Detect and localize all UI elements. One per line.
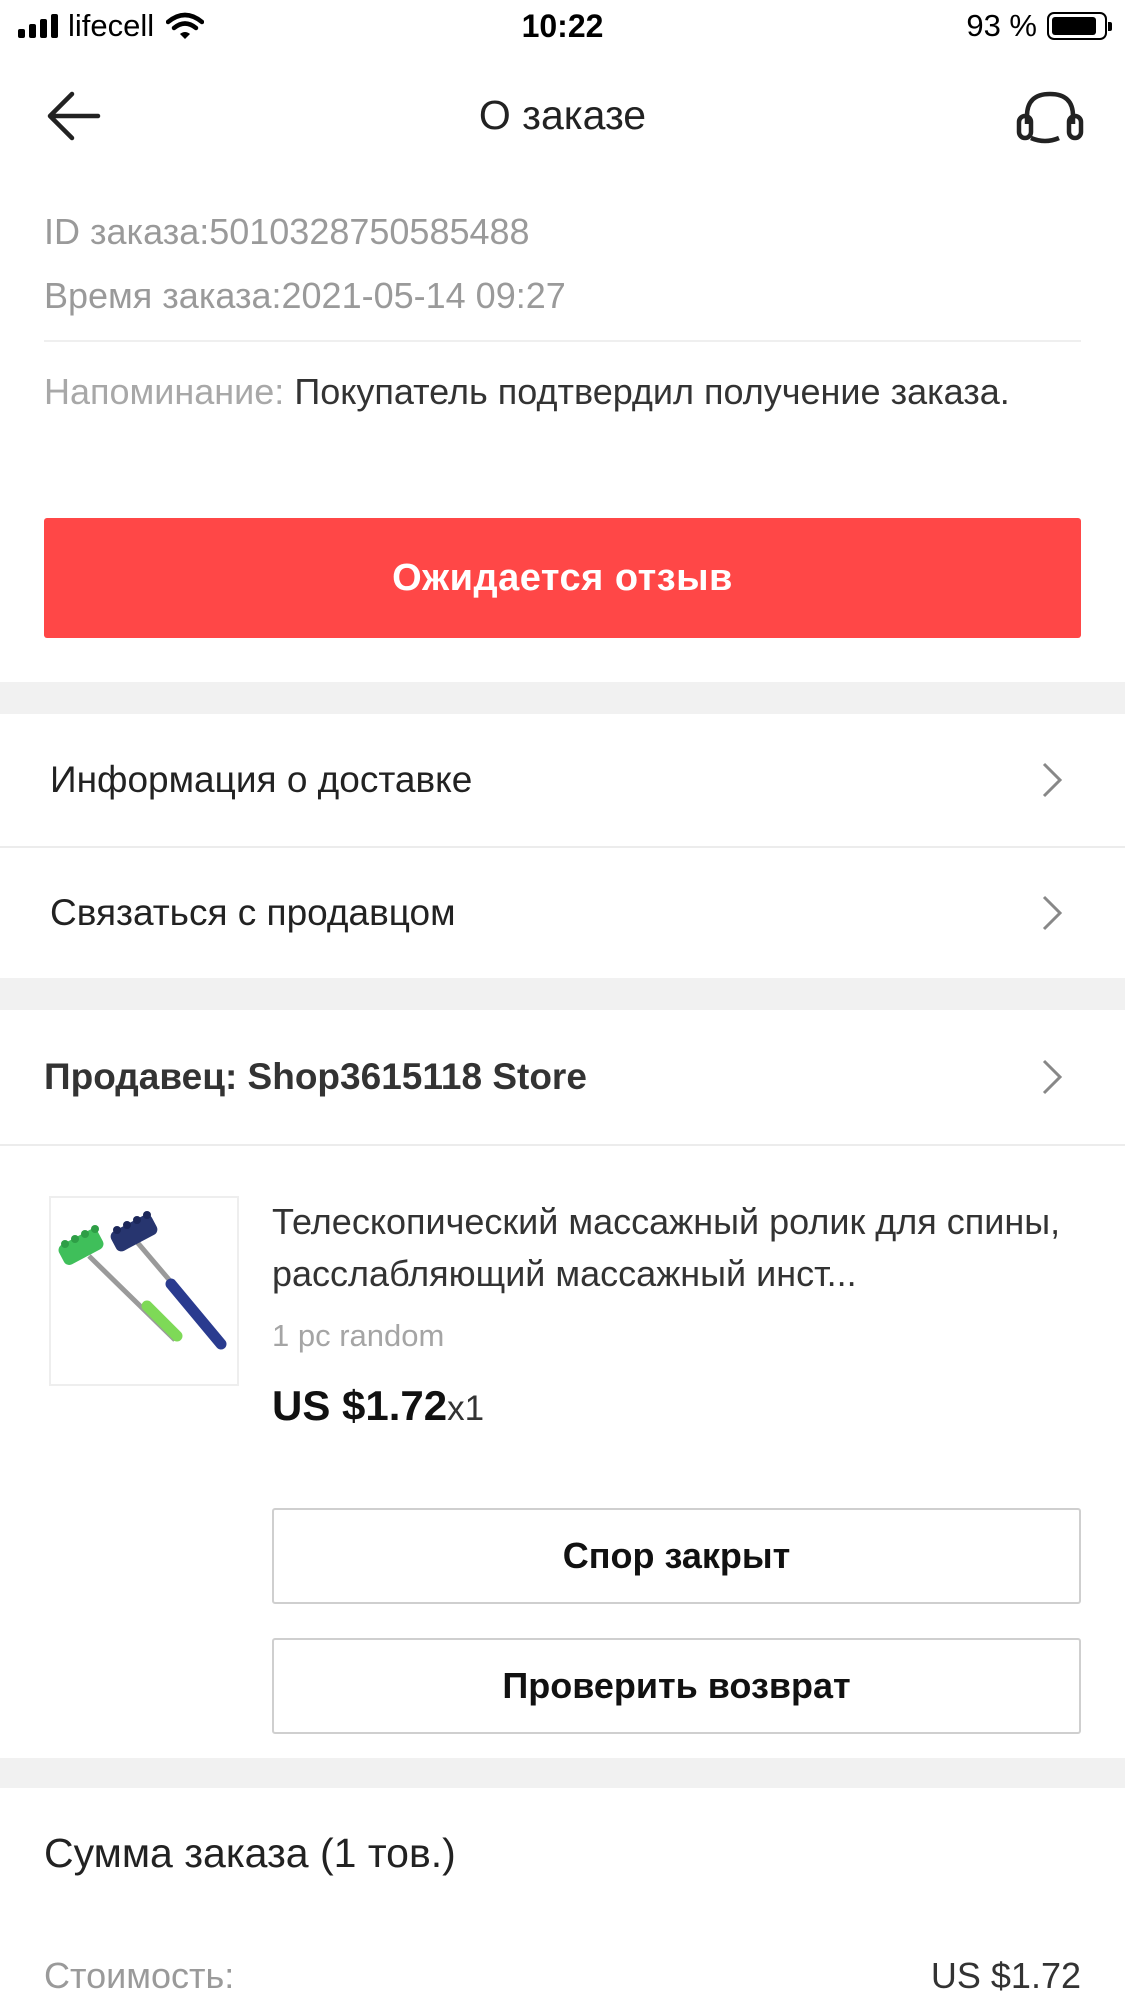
order-id: ID заказа:5010328750585488	[44, 211, 530, 252]
section-gap	[0, 1758, 1125, 1788]
reminder-label: Напоминание:	[44, 371, 295, 412]
headset-icon	[1016, 91, 1084, 144]
section-gap	[0, 682, 1125, 714]
section-gap	[0, 978, 1125, 1010]
status-right: 93 %	[966, 8, 1112, 44]
delivery-info-label: Информация о доставке	[50, 759, 473, 800]
product-price: US $1.72x1	[272, 1382, 484, 1430]
page-header: О заказе	[0, 70, 1125, 160]
support-button[interactable]	[1015, 88, 1085, 148]
battery-percent: 93 %	[966, 8, 1037, 43]
product-variant: 1 pc random	[272, 1318, 445, 1353]
battery-icon	[1047, 12, 1112, 40]
reminder-text: Покупатель подтвердил получение заказа.	[294, 371, 1010, 412]
divider	[44, 340, 1081, 342]
seller-name: Продавец: Shop3615118 Store	[44, 1056, 587, 1097]
status-time: 10:22	[521, 8, 604, 44]
page-title: О заказе	[478, 92, 647, 138]
awaiting-review-button[interactable]: Ожидается отзыв	[44, 518, 1081, 638]
contact-seller-row[interactable]: Связаться с продавцом	[0, 848, 1125, 978]
check-return-button[interactable]: Проверить возврат	[272, 1638, 1081, 1734]
price-value: US $1.72	[272, 1382, 448, 1429]
product-image[interactable]	[49, 1196, 239, 1386]
product-title[interactable]: Телескопический массажный ролик для спин…	[272, 1196, 1072, 1300]
cost-label: Стоимость:	[44, 1955, 235, 1996]
chevron-right-icon	[1042, 762, 1063, 798]
order-summary-title: Сумма заказа (1 тов.)	[44, 1830, 456, 1876]
delivery-info-row[interactable]: Информация о доставке	[0, 714, 1125, 846]
dispute-closed-button[interactable]: Спор закрыт	[272, 1508, 1081, 1604]
divider	[0, 1144, 1125, 1146]
status-bar: lifecell 10:22 93 %	[0, 0, 1125, 56]
product-quantity: x1	[447, 1389, 485, 1428]
order-reminder: Напоминание: Покупатель подтвердил получ…	[44, 366, 1081, 418]
seller-row[interactable]: Продавец: Shop3615118 Store	[0, 1010, 1125, 1144]
order-time: Время заказа:2021-05-14 09:27	[44, 275, 566, 316]
cost-value: US $1.72	[930, 1955, 1081, 1996]
contact-seller-label: Связаться с продавцом	[50, 892, 456, 933]
order-info: ID заказа:5010328750585488 Время заказа:…	[44, 200, 1081, 418]
chevron-right-icon	[1042, 895, 1063, 931]
massage-roller-image	[58, 1211, 227, 1350]
chevron-right-icon	[1042, 1059, 1063, 1095]
